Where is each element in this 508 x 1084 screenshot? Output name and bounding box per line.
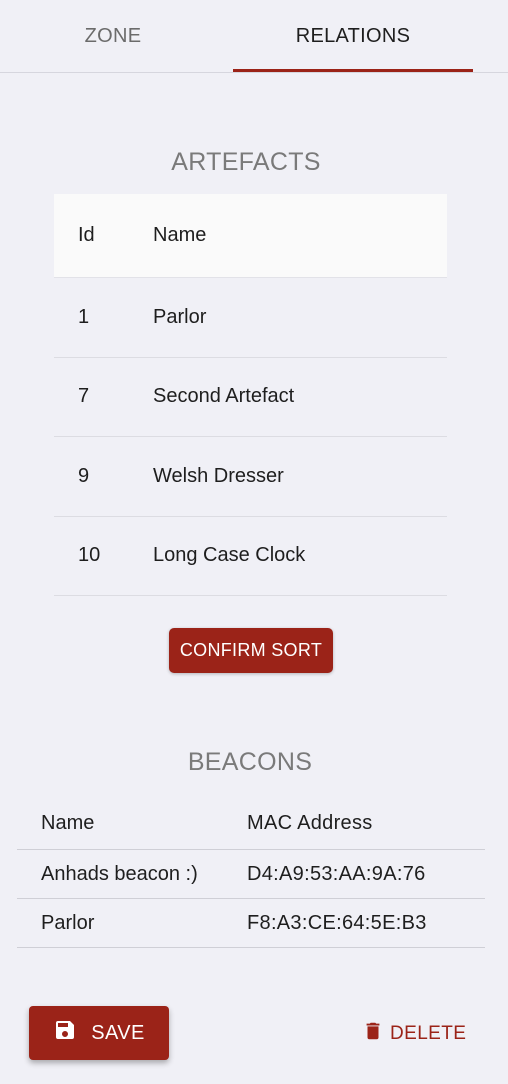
column-header-id[interactable]: Id — [54, 224, 153, 247]
save-label: SAVE — [91, 1021, 145, 1044]
table-row[interactable]: 9 Welsh Dresser — [54, 437, 447, 517]
beacon-name: Parlor — [41, 911, 95, 934]
tab-relations[interactable]: RELATIONS — [233, 0, 473, 72]
tab-bar: ZONE RELATIONS — [0, 0, 508, 73]
beacon-mac: D4:A9:53:AA:9A:76 — [247, 862, 426, 885]
artefacts-title: ARTEFACTS — [171, 148, 321, 176]
artefact-id: 9 — [78, 464, 90, 487]
artefacts-table: Id Name 1 Parlor 7 Second Artefact 9 Wel… — [54, 194, 447, 596]
artefact-id: 1 — [78, 305, 90, 328]
beacons-title: BEACONS — [187, 748, 313, 776]
beacons-table: Name MAC Address Anhads beacon :) D4:A9:… — [17, 798, 485, 948]
active-tab-indicator — [233, 69, 473, 72]
beacon-mac: F8:A3:CE:64:5E:B3 — [247, 911, 427, 934]
table-row[interactable]: Parlor F8:A3:CE:64:5E:B3 — [17, 899, 485, 948]
table-row[interactable]: Anhads beacon :) D4:A9:53:AA:9A:76 — [17, 850, 485, 899]
artefact-name: Parlor — [153, 305, 207, 328]
artefact-name: Long Case Clock — [153, 544, 306, 567]
column-header-name[interactable]: Name — [153, 224, 447, 247]
artefact-id: 7 — [78, 385, 90, 408]
table-row[interactable]: 10 Long Case Clock — [54, 517, 447, 596]
table-row[interactable]: 1 Parlor — [54, 278, 447, 358]
save-button[interactable]: SAVE — [29, 1006, 169, 1060]
delete-label: DELETE — [390, 1023, 467, 1044]
artefact-id: 10 — [78, 544, 101, 567]
column-header-mac-address: MAC Address — [247, 812, 373, 834]
beacon-name: Anhads beacon :) — [41, 862, 198, 885]
tab-zone[interactable]: ZONE — [0, 0, 233, 72]
delete-button[interactable]: DELETE — [362, 1014, 472, 1054]
floppy-disk-icon — [53, 1018, 77, 1048]
table-header: Id Name — [54, 194, 447, 278]
table-row[interactable]: 7 Second Artefact — [54, 358, 447, 437]
artefact-name: Second Artefact — [153, 385, 295, 408]
column-header-name: Name — [41, 812, 95, 834]
table-header: Name MAC Address — [17, 798, 485, 850]
trash-icon — [362, 1019, 384, 1049]
artefact-name: Welsh Dresser — [153, 464, 284, 487]
confirm-sort-button[interactable]: CONFIRM SORT — [169, 628, 333, 673]
